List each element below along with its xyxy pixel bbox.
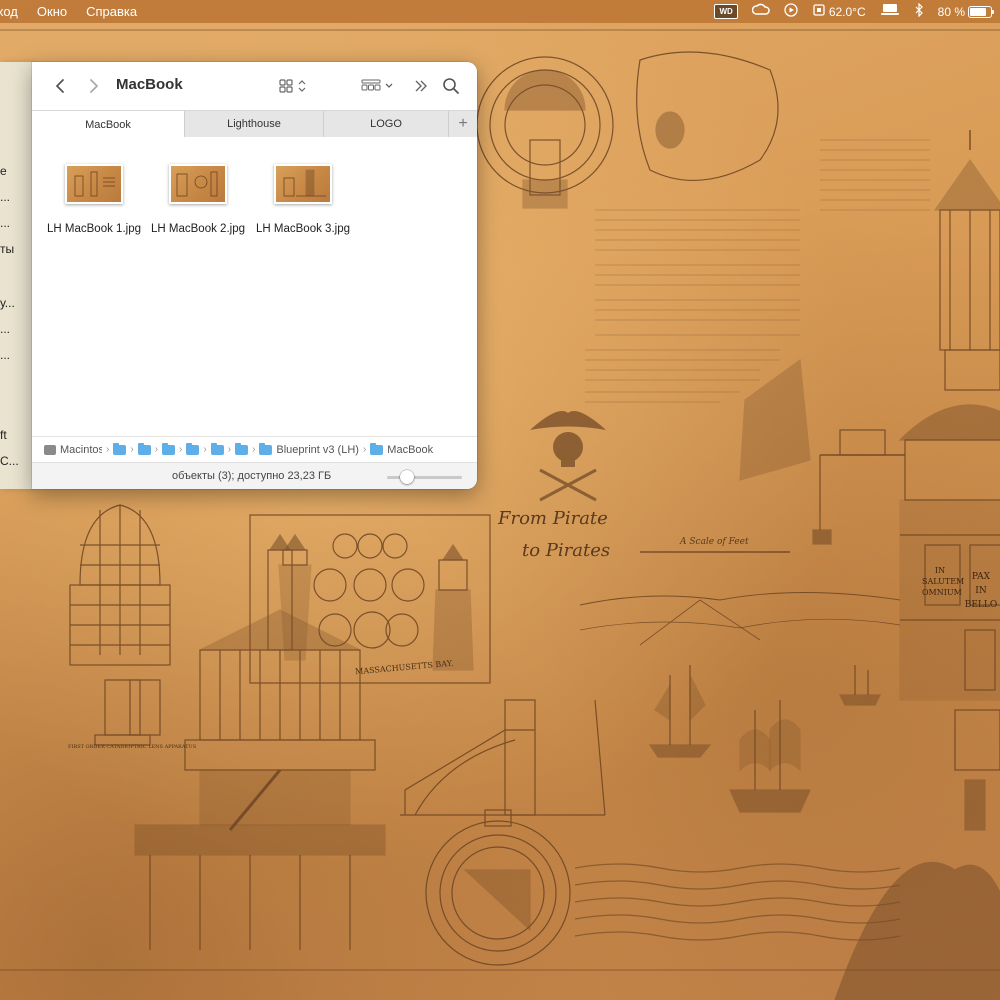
path-crumb-folder[interactable] [235, 442, 249, 455]
folder-icon [259, 442, 273, 455]
wallpaper-scale-text: A Scale of Feet [680, 537, 749, 547]
file-item[interactable]: LH MacBook 2.jpg [148, 164, 248, 237]
chevron-right-icon: › [227, 444, 232, 455]
background-window-text: у... [0, 296, 15, 310]
chevron-left-icon [56, 79, 64, 93]
tab-bar: MacBook Lighthouse LOGO + [32, 110, 477, 138]
chevron-right-icon: › [203, 444, 207, 455]
path-crumb-root[interactable]: Macintosh HD [44, 444, 102, 456]
temperature-monitor[interactable]: 62.0°C [812, 3, 866, 20]
folder-icon [370, 442, 384, 455]
finder-toolbar: MacBook [32, 62, 477, 110]
path-folder-label: Blueprint v3 (LH) [276, 443, 359, 456]
image-thumbnail [65, 164, 123, 204]
wallpaper-script-line-2: to Pirates [522, 540, 611, 561]
tower-sign-right: PAX IN BELLO [964, 572, 998, 610]
folder-icon [186, 442, 200, 455]
creative-cloud-icon[interactable] [751, 3, 770, 20]
folder-icon [137, 442, 151, 455]
background-window-text: ... [0, 216, 11, 230]
path-crumb-folder[interactable] [210, 442, 224, 455]
path-crumb-current[interactable]: MacBook [370, 442, 434, 456]
chevron-right-icon: › [252, 444, 256, 455]
menu-bar: ход Окно Справка WD 62.0°C 80 % [0, 0, 1000, 23]
menu-item-go[interactable]: ход [0, 4, 18, 19]
background-window-text: е [0, 164, 7, 178]
window-title: MacBook [116, 76, 183, 93]
more-toolbar-button[interactable] [410, 74, 432, 98]
search-button[interactable] [440, 74, 462, 98]
path-crumb-blueprint[interactable]: Blueprint v3 (LH) [259, 442, 359, 456]
chevron-right-icon: › [362, 444, 367, 455]
wd-drive-icon[interactable]: WD [714, 4, 738, 19]
back-button[interactable] [50, 74, 70, 98]
file-item[interactable]: LH MacBook 1.jpg [44, 164, 144, 237]
background-window-text: ты [0, 242, 15, 256]
new-tab-button[interactable]: + [449, 111, 477, 137]
status-bar: объекты (3); доступно 23,23 ГБ [32, 462, 477, 489]
battery-icon [968, 5, 994, 18]
background-window[interactable]: е ... ... ты у... ... ... ft С... [0, 62, 35, 489]
tower-sign-left: IN SALUTEM OMNIUM [922, 566, 965, 597]
battery-percent: 80 % [937, 4, 965, 19]
wallpaper-caption-left: FIRST ORDER CATADIOPTRIC LENS APPARATUS [68, 744, 197, 750]
wallpaper-script-line-1: From Pirate [498, 508, 608, 529]
background-window-text: С... [0, 454, 19, 468]
folder-icon [235, 442, 249, 455]
view-mode-button[interactable] [276, 74, 310, 98]
path-current-label: MacBook [387, 443, 434, 456]
chevron-right-icon: › [154, 444, 159, 455]
file-name: LH MacBook 1.jpg [47, 223, 141, 235]
path-crumb-folder[interactable] [137, 442, 151, 455]
search-icon [443, 78, 459, 94]
finder-window: MacBook MacBook Lighthouse LOGO + LH Mac… [32, 62, 477, 489]
chevron-right-icon [90, 79, 98, 93]
menu-item-window[interactable]: Окно [37, 4, 67, 19]
menu-item-help[interactable]: Справка [86, 4, 137, 19]
path-crumb-folder[interactable] [113, 442, 127, 455]
icon-size-slider[interactable] [387, 470, 462, 484]
chevron-right-icon: › [106, 444, 110, 455]
menu-bar-extras: WD 62.0°C 80 % [714, 0, 994, 23]
background-window-text: ... [0, 190, 11, 204]
chevron-right-icon: › [179, 444, 183, 455]
hard-drive-icon [44, 444, 56, 455]
menu-bar-items: ход Окно Справка [0, 4, 137, 19]
group-icon [361, 79, 393, 91]
grid-view-icon [279, 79, 306, 93]
image-thumbnail [274, 164, 332, 204]
background-window-text: ... [0, 322, 11, 336]
cpu-icon [812, 3, 826, 20]
file-grid: LH MacBook 1.jpg LH MacBook 2.jpg LH Mac… [32, 137, 477, 432]
play-circle-icon[interactable] [784, 3, 798, 20]
folder-icon [210, 442, 224, 455]
background-window-text: ... [0, 348, 11, 362]
double-chevron-icon [415, 80, 427, 92]
tab-lighthouse[interactable]: Lighthouse [185, 111, 324, 137]
tab-logo[interactable]: LOGO [324, 111, 449, 137]
group-button[interactable] [360, 74, 396, 98]
file-name: LH MacBook 2.jpg [151, 223, 245, 235]
bluetooth-icon[interactable] [914, 2, 924, 20]
path-crumb-folder[interactable] [162, 442, 176, 455]
file-name: LH MacBook 3.jpg [256, 223, 350, 235]
image-thumbnail [169, 164, 227, 204]
folder-icon [113, 442, 127, 455]
tab-macbook[interactable]: MacBook [32, 111, 185, 138]
chevron-right-icon: › [130, 444, 134, 455]
slider-knob[interactable] [400, 470, 414, 484]
folder-icon [162, 442, 176, 455]
display-icon[interactable] [880, 3, 900, 20]
path-root-label: Macintosh HD [60, 443, 102, 456]
status-text: объекты (3); доступно 23,23 ГБ [172, 470, 332, 482]
temperature-value: 62.0°C [828, 4, 866, 19]
forward-button[interactable] [84, 74, 104, 98]
path-crumb-folder[interactable] [186, 442, 200, 455]
file-item[interactable]: LH MacBook 3.jpg [253, 164, 353, 237]
path-bar: Macintosh HD › › › › › › › Blueprint v3 … [32, 436, 477, 462]
plus-icon: + [458, 115, 468, 132]
battery-status[interactable]: 80 % [937, 4, 994, 19]
background-window-text: ft [0, 428, 7, 442]
